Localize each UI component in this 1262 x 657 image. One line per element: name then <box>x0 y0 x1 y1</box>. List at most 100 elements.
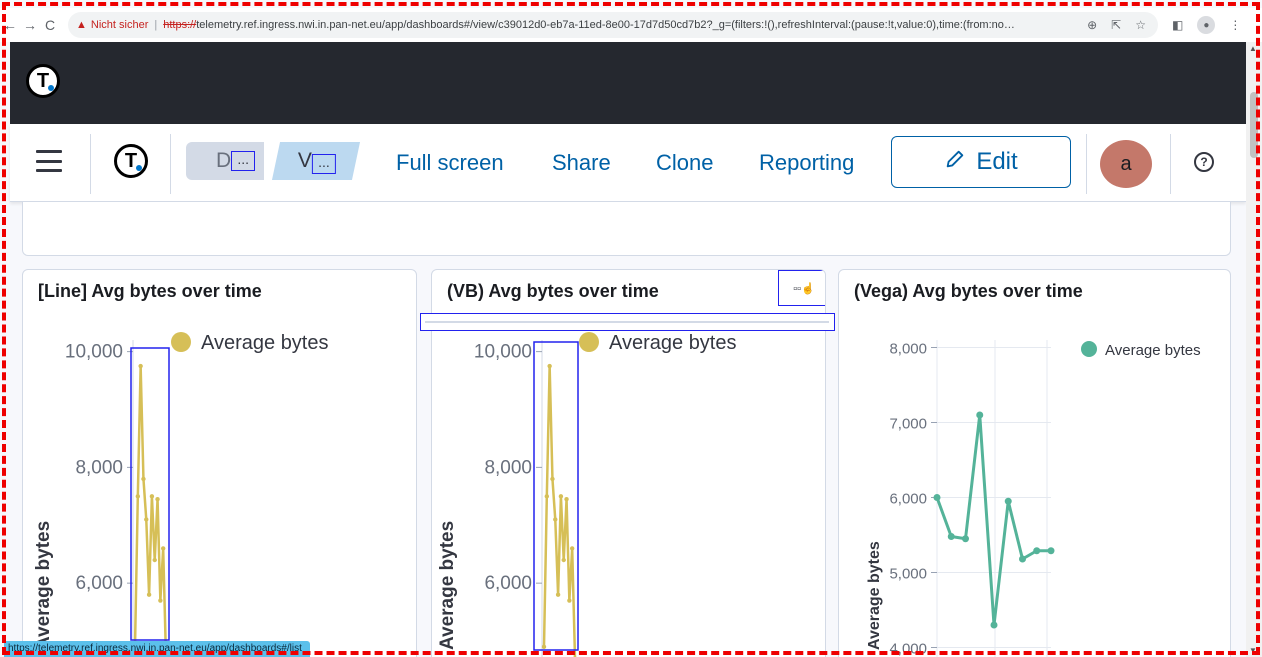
y-axis-label: Average bytes <box>437 521 458 650</box>
breadcrumb-label: V <box>298 148 313 172</box>
data-point <box>976 411 984 419</box>
screen: ← → C ▲ Nicht sicher | https:// telemetr… <box>0 0 1262 657</box>
y-axis-label: Average bytes <box>33 521 54 650</box>
data-point <box>160 546 166 551</box>
vega-line-chart: 8,000 7,000 6,000 5,000 4,000 Average bytes Av… <box>866 340 1201 657</box>
breadcrumb-dashboards[interactable]: D... <box>186 142 264 180</box>
y-tick-label: 6,000 <box>889 491 927 508</box>
menu-toggle-icon[interactable] <box>36 150 62 172</box>
data-point <box>152 557 157 563</box>
sidebar-icon[interactable]: ◧ <box>1172 18 1183 32</box>
data-point <box>1004 497 1012 505</box>
panel-vega-avg-bytes: (Vega) Avg bytes over time 8,000 7,000 6,0… <box>838 269 1231 657</box>
data-point <box>561 557 566 563</box>
reload-icon[interactable]: C <box>40 17 60 33</box>
breadcrumb-label: D <box>216 149 232 172</box>
status-bar-url: https://telemetry.ref.ingress.nwi.in.pan… <box>4 641 310 657</box>
data-point <box>544 494 550 499</box>
reporting-link[interactable]: Reporting <box>759 150 854 176</box>
data-point <box>933 494 941 501</box>
data-point <box>1047 547 1055 555</box>
share-link[interactable]: Share <box>552 150 611 176</box>
full-screen-link[interactable]: Full screen <box>396 150 504 176</box>
panel-drag-handle[interactable] <box>420 313 835 331</box>
edit-label: Edit <box>976 148 1018 175</box>
y-tick-label: 5,000 <box>889 566 927 583</box>
not-secure-label: Nicht sicher <box>90 19 149 31</box>
data-point <box>962 535 969 543</box>
legend-swatch <box>1081 341 1097 357</box>
breadcrumb-current[interactable]: V... <box>271 142 361 180</box>
series-line <box>133 364 168 657</box>
forward-icon[interactable]: → <box>20 17 40 33</box>
data-point <box>146 592 152 597</box>
data-point <box>558 494 564 499</box>
help-icon[interactable]: ? <box>1194 152 1214 172</box>
y-tick-label: 10,000 <box>474 342 532 363</box>
y-tick-label: 8,000 <box>75 457 123 478</box>
legend-swatch <box>579 332 599 352</box>
data-point <box>990 621 998 629</box>
scroll-up-icon[interactable]: ▲ <box>1249 44 1257 53</box>
share-page-icon[interactable]: ⇱ <box>1111 18 1121 32</box>
menu-dots-icon[interactable]: ⋮ <box>1229 18 1241 32</box>
home-logo-icon[interactable]: T <box>114 144 148 178</box>
url-scheme: https:// <box>163 19 197 31</box>
data-point <box>158 598 163 603</box>
line-chart: 10,000 8,000 6,000 Average bytes Average byt… <box>33 332 329 657</box>
edit-button[interactable]: Edit <box>891 136 1071 188</box>
data-point <box>555 592 561 597</box>
pencil-icon <box>944 148 966 177</box>
data-point <box>547 363 552 369</box>
divider <box>1170 134 1171 194</box>
annotation-box <box>533 341 579 651</box>
scroll-down-icon[interactable]: ▼ <box>1249 646 1257 655</box>
breadcrumb-truncated: ... <box>231 151 256 171</box>
y-axis-label: Average bytes <box>866 541 883 650</box>
bookmark-star-icon[interactable]: ☆ <box>1135 18 1146 32</box>
app-nav-bar: T D... V... Full screen Share Clone Repo… <box>10 124 1246 202</box>
series-line <box>935 413 1051 627</box>
data-point <box>138 363 143 369</box>
legend-label: Average bytes <box>201 332 329 354</box>
legend-label: Average bytes <box>1105 342 1201 359</box>
divider <box>90 134 91 194</box>
clone-link[interactable]: Clone <box>656 150 713 176</box>
data-point <box>564 497 569 502</box>
dashboard-panel-top <box>22 202 1231 256</box>
data-point <box>567 598 572 603</box>
y-tick-label: 6,000 <box>75 573 123 594</box>
divider <box>1086 134 1087 194</box>
profile-icon[interactable]: ● <box>1197 16 1216 34</box>
browser-toolbar: ← → C ▲ Nicht sicher | https:// telemetr… <box>0 8 1262 42</box>
app-header-dark: T <box>10 42 1246 124</box>
zoom-icon[interactable]: ⊕ <box>1087 18 1097 32</box>
data-point <box>553 517 558 522</box>
data-point <box>569 546 575 551</box>
data-point <box>550 476 555 482</box>
series-line <box>542 364 577 657</box>
scrollbar-thumb[interactable] <box>1250 92 1258 158</box>
url-text: telemetry.ref.ingress.nwi.in.pan-net.eu/… <box>196 19 1017 31</box>
data-point <box>947 533 955 540</box>
y-tick-label: 8,000 <box>484 457 532 478</box>
data-point <box>141 476 146 482</box>
data-point <box>1019 555 1026 563</box>
data-point <box>144 517 149 522</box>
url-actions: ⊕ ⇱ ☆ <box>1087 18 1150 32</box>
data-point <box>149 494 155 499</box>
warning-icon: ▲ <box>76 19 87 31</box>
separator: | <box>154 19 158 31</box>
legend-label: Average bytes <box>609 332 737 354</box>
telekom-logo-icon[interactable]: T <box>26 64 60 98</box>
data-point <box>1033 547 1041 555</box>
y-tick-label: 7,000 <box>889 416 927 433</box>
divider <box>170 134 171 194</box>
back-icon[interactable]: ← <box>0 17 20 33</box>
page-scrollbar[interactable]: ▲ ▼ <box>1246 42 1262 657</box>
avatar[interactable]: a <box>1100 140 1152 188</box>
address-bar[interactable]: ▲ Nicht sicher | https:// telemetry.ref.… <box>68 12 1158 38</box>
data-point <box>135 494 141 499</box>
data-point <box>541 644 547 650</box>
legend-swatch <box>171 332 191 352</box>
